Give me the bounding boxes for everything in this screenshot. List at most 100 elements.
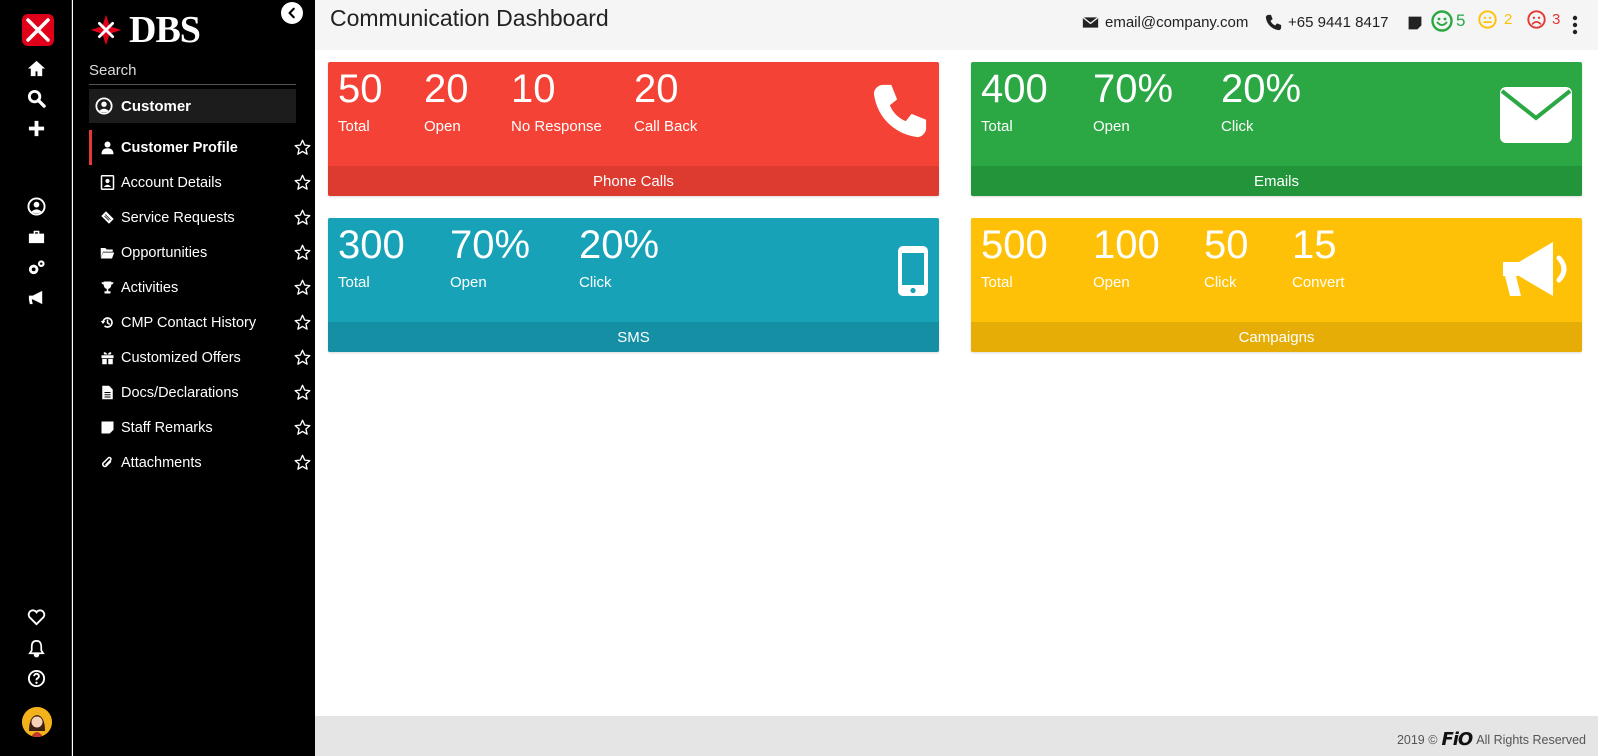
- customer-section[interactable]: Customer: [89, 89, 296, 123]
- email-text: email@company.com: [1105, 14, 1249, 31]
- gears-icon[interactable]: [24, 255, 48, 279]
- stat-label: Call Back: [634, 118, 698, 135]
- campaigns-card[interactable]: 500 Total 100 Open 50 Click 15 Convert C…: [971, 218, 1582, 352]
- sad-count[interactable]: 3: [1527, 10, 1560, 29]
- sidebar-item-docs-declarations[interactable]: Docs/Declarations: [89, 375, 311, 410]
- neutral-face-icon: [1478, 10, 1497, 29]
- sms-card[interactable]: 300 Total 70% Open 20% Click SMS: [328, 218, 939, 352]
- sidebar-item-label: Activities: [121, 279, 179, 296]
- stat-total: 50 Total: [338, 66, 383, 135]
- sidebar-item-customized-offers[interactable]: Customized Offers: [89, 340, 311, 375]
- user-avatar[interactable]: [22, 707, 52, 737]
- star-icon[interactable]: [294, 174, 311, 191]
- page-title: Communication Dashboard: [330, 5, 609, 31]
- stat-label: Click: [579, 274, 612, 291]
- dbs-star-icon: [90, 14, 122, 46]
- sidebar-item-label: Service Requests: [121, 209, 235, 226]
- stat-label: Total: [338, 274, 370, 291]
- sidebar-item-attachments[interactable]: Attachments: [89, 445, 311, 480]
- sticky-note-icon: [98, 419, 116, 437]
- stat-label: Open: [424, 118, 461, 135]
- sidebar-item-label: Customized Offers: [121, 349, 241, 366]
- search-label[interactable]: Search: [89, 62, 137, 79]
- header-phone[interactable]: +65 9441 8417: [1265, 14, 1389, 31]
- happy-count-value: 5: [1456, 11, 1466, 30]
- stat-value: 20%: [579, 223, 660, 267]
- star-icon[interactable]: [294, 244, 311, 261]
- smile-icon: [1431, 10, 1453, 32]
- happy-count[interactable]: 5: [1431, 10, 1465, 32]
- star-icon[interactable]: [294, 349, 311, 366]
- search-icon[interactable]: [24, 86, 48, 110]
- phone-icon: [1265, 14, 1282, 31]
- help-icon[interactable]: [24, 666, 48, 690]
- sidebar-item-label: Attachments: [121, 454, 202, 471]
- icon-rail: [0, 0, 72, 756]
- ticket-icon: [98, 209, 116, 227]
- search-underline: [89, 84, 296, 85]
- sidebar-item-activities[interactable]: Activities: [89, 270, 311, 305]
- bell-icon[interactable]: [24, 636, 48, 660]
- header-email[interactable]: email@company.com: [1082, 14, 1248, 31]
- briefcase-icon[interactable]: [24, 224, 48, 248]
- brand-logo[interactable]: DBS: [89, 11, 201, 49]
- stat-value: 20: [424, 67, 469, 111]
- star-icon[interactable]: [294, 209, 311, 226]
- stat-value: 50: [1204, 223, 1249, 267]
- megaphone-icon[interactable]: [24, 285, 48, 309]
- stat-value: 300: [338, 223, 405, 267]
- sidebar-item-staff-remarks[interactable]: Staff Remarks: [89, 410, 311, 445]
- sidebar-item-label: Opportunities: [121, 244, 208, 261]
- page-footer: 2019 © FiO All Rights Reserved: [315, 716, 1598, 756]
- sticky-note-icon[interactable]: [1407, 15, 1423, 31]
- stat-open: 70% Open: [1093, 66, 1173, 135]
- sidebar-item-customer-profile[interactable]: Customer Profile: [89, 130, 311, 165]
- dbs-logo-icon[interactable]: [20, 12, 56, 48]
- star-icon[interactable]: [294, 384, 311, 401]
- stat-value: 500: [981, 223, 1048, 267]
- collapse-sidebar-button[interactable]: [281, 2, 303, 24]
- sidebar-item-service-requests[interactable]: Service Requests: [89, 200, 311, 235]
- user-circle-icon[interactable]: [24, 194, 48, 218]
- stat-label: Total: [338, 118, 370, 135]
- fio-logo: FiO: [1441, 729, 1473, 750]
- neutral-count[interactable]: 2: [1478, 10, 1512, 29]
- star-icon[interactable]: [294, 454, 311, 471]
- card-footer[interactable]: Campaigns: [971, 322, 1582, 352]
- stat-label: Total: [981, 274, 1013, 291]
- home-icon[interactable]: [24, 56, 48, 80]
- sidebar-item-label: Account Details: [121, 174, 222, 191]
- stat-total: 400 Total: [981, 66, 1048, 135]
- stat-label: Open: [1093, 274, 1130, 291]
- sidebar-item-opportunities[interactable]: Opportunities: [89, 235, 311, 270]
- neutral-count-value: 2: [1504, 11, 1513, 28]
- copyright-year: 2019 ©: [1396, 732, 1438, 747]
- star-icon[interactable]: [294, 279, 311, 296]
- card-footer[interactable]: SMS: [328, 322, 939, 352]
- heart-icon[interactable]: [24, 605, 48, 629]
- sidebar-item-account-details[interactable]: Account Details: [89, 165, 311, 200]
- star-icon[interactable]: [294, 419, 311, 436]
- paperclip-icon: [98, 454, 116, 472]
- more-options-icon[interactable]: [1572, 15, 1578, 35]
- customer-label: Customer: [121, 97, 192, 115]
- sidebar-item-label: Customer Profile: [121, 139, 238, 156]
- sidebar-nav: Customer Profile Account Details Service…: [89, 130, 311, 480]
- phone-calls-card[interactable]: 50 Total 20 Open 10 No Response 20 Call …: [328, 62, 939, 196]
- card-footer[interactable]: Emails: [971, 166, 1582, 196]
- stat-call-back: 20 Call Back: [634, 66, 697, 135]
- stat-value: 70%: [1093, 67, 1174, 111]
- stat-label: Open: [450, 274, 487, 291]
- star-icon[interactable]: [294, 314, 311, 331]
- star-icon[interactable]: [294, 139, 311, 156]
- stat-value: 100: [1093, 223, 1160, 267]
- stat-value: 15: [1292, 223, 1337, 267]
- sidebar-item-cmp-contact-history[interactable]: CMP Contact History: [89, 305, 311, 340]
- stat-open: 20 Open: [424, 66, 469, 135]
- add-icon[interactable]: [24, 116, 48, 140]
- emails-card[interactable]: 400 Total 70% Open 20% Click Emails: [971, 62, 1582, 196]
- stat-value: 10: [511, 67, 556, 111]
- card-footer[interactable]: Phone Calls: [328, 166, 939, 196]
- stat-label: Total: [981, 118, 1013, 135]
- stat-click: 50 Click: [1204, 222, 1249, 291]
